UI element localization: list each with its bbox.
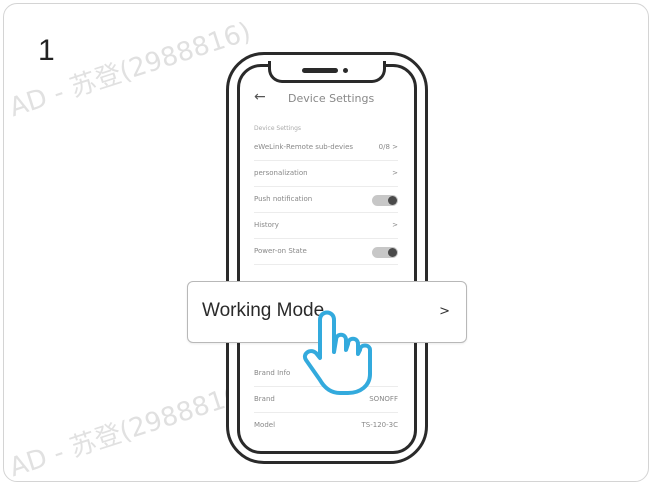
info-label: Brand [254, 395, 275, 403]
chevron-right-icon: > [392, 169, 398, 177]
setting-label: personalization [254, 169, 308, 177]
setting-label: Push notification [254, 195, 313, 203]
hand-pointer-icon [303, 310, 372, 395]
camera-icon [343, 68, 348, 73]
info-label: Model [254, 421, 276, 429]
nav-bar: ← Device Settings [240, 89, 414, 115]
phone-screen: ← Device Settings Device Settings eWeLin… [237, 64, 417, 454]
info-value: TS-120-3C [361, 421, 398, 429]
setting-row-history[interactable]: History > [254, 213, 398, 239]
setting-label: History [254, 221, 279, 229]
info-value: SONOFF [369, 395, 398, 403]
arrow-left-icon[interactable]: ← [254, 89, 266, 105]
step-number: 1 [38, 34, 55, 67]
info-label: Brand Info [254, 369, 291, 377]
setting-value: 0/8 > [378, 143, 398, 151]
info-row-model: Model TS-120-3C [254, 413, 398, 439]
setting-row-subdevices[interactable]: eWeLink-Remote sub-devies 0/8 > [254, 135, 398, 161]
nav-title: Device Settings [288, 92, 375, 105]
setting-row-personalization[interactable]: personalization > [254, 161, 398, 187]
power-on-state-toggle[interactable] [372, 247, 398, 258]
section-label: Device Settings [254, 125, 302, 132]
setting-row-power-on-state: Power-on State [254, 239, 398, 265]
speaker-icon [302, 68, 338, 73]
chevron-right-icon: > [392, 221, 398, 229]
setting-label: Power-on State [254, 247, 307, 255]
push-notification-toggle[interactable] [372, 195, 398, 206]
chevron-right-icon: > [439, 304, 450, 319]
watermark-bottom: AD - 苏登(2988816) [5, 376, 255, 482]
setting-row-push-notification: Push notification [254, 187, 398, 213]
setting-label: eWeLink-Remote sub-devies [254, 143, 354, 151]
